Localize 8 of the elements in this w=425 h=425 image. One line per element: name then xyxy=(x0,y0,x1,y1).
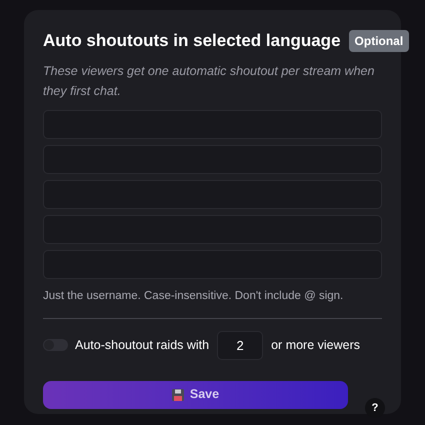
viewer-count-field[interactable]: 2 xyxy=(217,330,264,360)
save-button[interactable]: Save xyxy=(43,380,348,409)
raid-label: Auto-shoutout raids with xyxy=(75,336,210,354)
section-title: Auto shoutouts in selected language xyxy=(43,30,341,52)
hint-text: Just the username. Case-insensitive. Don't include @ sign. xyxy=(43,288,344,304)
description-text: These viewers get one automatic shoutout per stream when they first chat. xyxy=(43,62,376,100)
raid-suffix: or more viewers xyxy=(271,336,360,354)
optional-badge: Optional xyxy=(348,30,410,52)
